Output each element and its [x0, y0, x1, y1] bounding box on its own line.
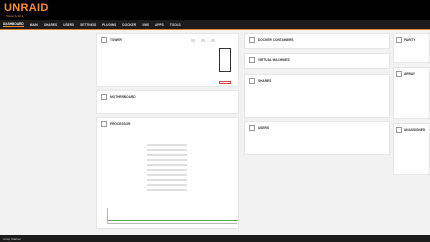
refresh-button[interactable] [201, 39, 205, 42]
power-button[interactable] [191, 39, 195, 42]
cpu-bar [147, 149, 187, 151]
nav-users[interactable]: USERS [63, 23, 74, 27]
users-title: USERS [258, 126, 269, 130]
main-nav: DASHBOARD MAIN SHARES USERS SETTINGS PLU… [0, 20, 430, 29]
server-icon [101, 37, 107, 43]
processor-panel: PROCESSOR [96, 117, 239, 229]
nav-plugins[interactable]: PLUGINS [102, 23, 116, 27]
motherboard-title: MOTHERBOARD [110, 95, 136, 99]
brand-logo[interactable]: UNRAID [4, 2, 49, 14]
server-image [219, 48, 231, 72]
tower-title: TOWER [110, 38, 122, 42]
parity-panel: PARITY [393, 33, 430, 63]
shares-title: SHARES [258, 79, 272, 83]
cpu-bar [147, 169, 187, 171]
motherboard-icon [101, 94, 107, 100]
parity-title: PARITY [404, 38, 416, 42]
docker-icon [249, 37, 255, 43]
parity-icon [396, 37, 402, 43]
cpu-bar [147, 154, 187, 156]
array-panel: ARRAY [393, 67, 430, 119]
processor-title: PROCESSOR [110, 122, 131, 126]
top-bar: UNRAID Tower 6.12.4 [0, 0, 430, 20]
clock-button[interactable] [211, 39, 215, 42]
cpu-bar [147, 159, 187, 161]
cpu-graph [107, 208, 238, 224]
users-panel: USERS [244, 121, 390, 155]
nav-settings[interactable]: SETTINGS [80, 23, 96, 27]
action-button[interactable] [219, 81, 231, 84]
nav-main[interactable]: MAIN [30, 23, 38, 27]
docker-title: DOCKER CONTAINERS [258, 38, 294, 42]
cpu-bar [147, 189, 187, 191]
nav-dashboard[interactable]: DASHBOARD [3, 22, 24, 27]
unassigned-title: UNASSIGNED [404, 128, 426, 132]
nav-tools[interactable]: TOOLS [170, 23, 181, 27]
disk-icon [396, 127, 402, 133]
cpu-graph-line [108, 220, 238, 221]
cpu-bar [147, 184, 187, 186]
cpu-bar [147, 174, 187, 176]
vm-icon [249, 57, 255, 63]
cpu-bar [147, 164, 187, 166]
tower-panel: TOWER [96, 33, 239, 87]
nav-divider [0, 29, 430, 30]
cpu-bar [147, 144, 187, 146]
cpu-bar [147, 179, 187, 181]
shares-panel: SHARES [244, 74, 390, 118]
vms-panel: VIRTUAL MACHINES [244, 53, 390, 69]
unassigned-panel: UNASSIGNED [393, 123, 430, 175]
processor-icon [101, 121, 107, 127]
nav-docker[interactable]: DOCKER [122, 23, 136, 27]
nav-apps[interactable]: APPS [155, 23, 164, 27]
status-bar: Array Started [0, 235, 430, 242]
brand-subtitle: Tower 6.12.4 [6, 14, 24, 18]
array-title: ARRAY [404, 72, 416, 76]
nav-shares[interactable]: SHARES [44, 23, 57, 27]
folder-icon [249, 78, 255, 84]
docker-panel: DOCKER CONTAINERS [244, 33, 390, 49]
motherboard-panel: MOTHERBOARD [96, 90, 239, 114]
vms-title: VIRTUAL MACHINES [258, 58, 290, 62]
user-icon [249, 125, 255, 131]
status-text: Array Started [3, 236, 21, 241]
nav-vms[interactable]: VMS [142, 23, 149, 27]
array-icon [396, 71, 402, 77]
